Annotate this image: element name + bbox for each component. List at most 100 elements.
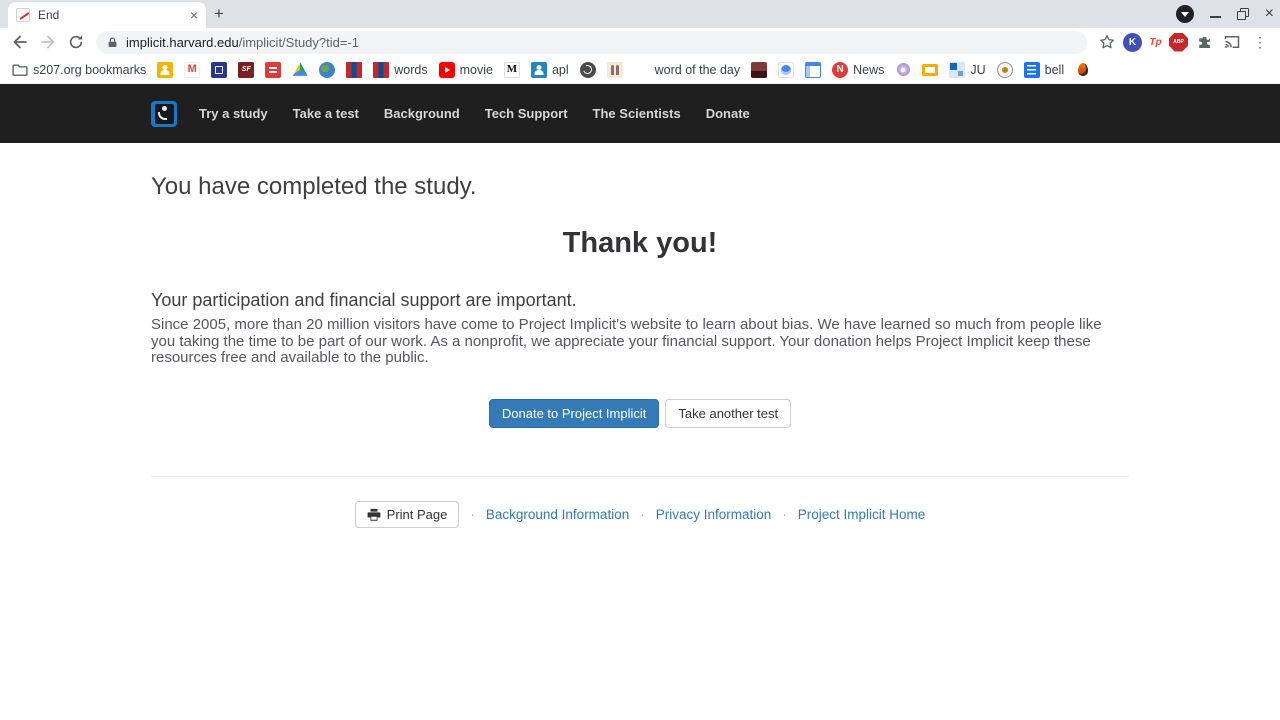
bookmark-item[interactable]: N News — [832, 61, 884, 78]
footer-link-project-implicit-home[interactable]: Project Implicit Home — [798, 507, 926, 522]
study-complete-heading: You have completed the study. — [151, 173, 477, 200]
bookmark-item[interactable] — [996, 61, 1013, 78]
lock-icon[interactable] — [106, 36, 119, 49]
bookmark-item[interactable] — [211, 61, 228, 78]
drive-icon — [292, 62, 308, 76]
site-navbar: Try a study Take a test Background Tech … — [0, 84, 1280, 143]
url-text: implicit.harvard.edu/implicit/Study?tid=… — [126, 35, 359, 50]
tab-strip: End × + × — [0, 0, 1280, 28]
extension-k-icon[interactable]: K — [1123, 32, 1142, 52]
nav-item-try-a-study[interactable]: Try a study — [199, 106, 268, 121]
browser-menu-button[interactable]: ⋮ — [1248, 30, 1272, 54]
bookmark-item[interactable]: apl — [530, 61, 569, 78]
nav-item-background[interactable]: Background — [384, 106, 460, 121]
page-content: You have completed the study. Thank you!… — [151, 143, 1129, 529]
bookmark-s207-folder[interactable]: s207.org bookmarks — [12, 62, 146, 78]
bookmark-item[interactable] — [778, 61, 795, 78]
adblock-plus-icon[interactable]: ABP — [1169, 32, 1188, 52]
address-bar[interactable]: implicit.harvard.edu/implicit/Study?tid=… — [96, 30, 1087, 54]
new-tab-button[interactable]: + — [206, 1, 232, 27]
bookmark-item[interactable]: M — [184, 61, 201, 78]
restore-button[interactable] — [1236, 8, 1249, 20]
bookmark-item[interactable]: bell — [1023, 61, 1064, 78]
orange-rect-icon — [922, 63, 939, 76]
extension-tp-icon[interactable]: Tp — [1146, 32, 1165, 52]
print-page-button[interactable]: Print Page — [354, 501, 460, 529]
minimize-button[interactable] — [1209, 16, 1221, 18]
dark-globe-icon — [579, 61, 596, 78]
bookmarks-bar: s207.org bookmarks M SF words movie M ap… — [0, 56, 1280, 84]
nav-item-take-a-test[interactable]: Take a test — [293, 106, 359, 121]
bookmark-star-button[interactable] — [1095, 30, 1119, 54]
footer-link-background-information[interactable]: Background Information — [486, 507, 629, 522]
browser-toolbar: implicit.harvard.edu/implicit/Study?tid=… — [0, 28, 1280, 56]
bookmark-item[interactable] — [895, 62, 911, 78]
folder-icon — [12, 62, 28, 78]
printer-icon — [367, 508, 381, 522]
bookmark-item[interactable] — [751, 61, 768, 78]
globe-icon — [778, 61, 795, 78]
bookmark-item[interactable]: movie — [438, 61, 493, 78]
forward-button[interactable] — [36, 30, 60, 54]
window-icon — [805, 61, 822, 78]
nav-item-donate[interactable]: Donate — [706, 106, 750, 121]
donate-button[interactable]: Donate to Project Implicit — [488, 398, 660, 429]
red-site-icon — [265, 61, 282, 78]
url-path: /implicit/Study?tid=-1 — [238, 34, 360, 50]
maroon-image-icon — [751, 61, 768, 78]
bookmark-item[interactable]: JU — [949, 61, 986, 78]
bookmark-item[interactable] — [319, 61, 336, 78]
gmail-icon: M — [184, 61, 201, 78]
bookmark-item[interactable] — [265, 61, 282, 78]
tab-end[interactable]: End × — [8, 2, 206, 28]
print-page-label: Print Page — [386, 507, 448, 523]
extensions-puzzle-icon[interactable] — [1192, 30, 1216, 54]
bookmark-item[interactable] — [805, 61, 822, 78]
bookmark-item[interactable] — [1075, 62, 1091, 78]
footer-link-privacy-information[interactable]: Privacy Information — [656, 507, 772, 522]
flag-icon — [346, 61, 363, 78]
url-domain: implicit.harvard.edu — [126, 34, 239, 50]
close-icon[interactable]: × — [190, 8, 198, 22]
color-grid-icon — [633, 61, 650, 78]
back-button[interactable] — [8, 30, 32, 54]
bookmark-item[interactable]: word of the day — [633, 61, 740, 78]
bookmark-item[interactable] — [579, 61, 596, 78]
tab-favicon-icon — [16, 8, 30, 22]
profile-avatar-icon[interactable] — [1175, 5, 1194, 23]
classroom-icon — [157, 61, 174, 78]
emblem-icon — [996, 61, 1013, 78]
bookmark-item[interactable]: words — [373, 61, 428, 78]
flame-icon — [1075, 62, 1091, 78]
bookmark-item[interactable]: SF — [238, 61, 255, 78]
separator-dot: · — [782, 507, 787, 523]
library-icon — [211, 61, 228, 78]
nav-item-the-scientists[interactable]: The Scientists — [593, 106, 681, 121]
separator-dot: · — [470, 507, 475, 523]
bookmark-item[interactable] — [606, 61, 623, 78]
separator-dot: · — [640, 507, 645, 523]
figures-icon — [606, 61, 623, 78]
reload-button[interactable] — [64, 30, 88, 54]
doc-lines-icon — [1023, 61, 1040, 78]
flag-icon — [373, 61, 390, 78]
bookmark-label: s207.org bookmarks — [33, 62, 147, 77]
bookmark-item[interactable] — [922, 63, 939, 76]
footer-divider — [151, 476, 1129, 478]
cast-icon[interactable] — [1220, 30, 1244, 54]
browser-window: End × + × implicit.harvard.edu/implicit/… — [0, 0, 1280, 720]
nav-item-tech-support[interactable]: Tech Support — [485, 106, 568, 121]
youtube-icon — [438, 61, 455, 78]
project-implicit-logo[interactable] — [151, 100, 177, 127]
tab-title: End — [38, 8, 60, 22]
flower-icon — [895, 62, 911, 78]
bookmark-item[interactable]: M — [503, 61, 520, 78]
bookmark-item[interactable] — [346, 61, 363, 78]
bookmark-item[interactable] — [157, 61, 174, 78]
bookmark-item[interactable] — [292, 62, 308, 78]
take-another-test-button[interactable]: Take another test — [665, 398, 792, 429]
close-window-button[interactable]: × — [1265, 6, 1274, 22]
news-icon: N — [832, 61, 849, 78]
page-footer: Print Page · Background Information · Pr… — [151, 501, 1129, 529]
mosaic-icon — [949, 61, 966, 78]
